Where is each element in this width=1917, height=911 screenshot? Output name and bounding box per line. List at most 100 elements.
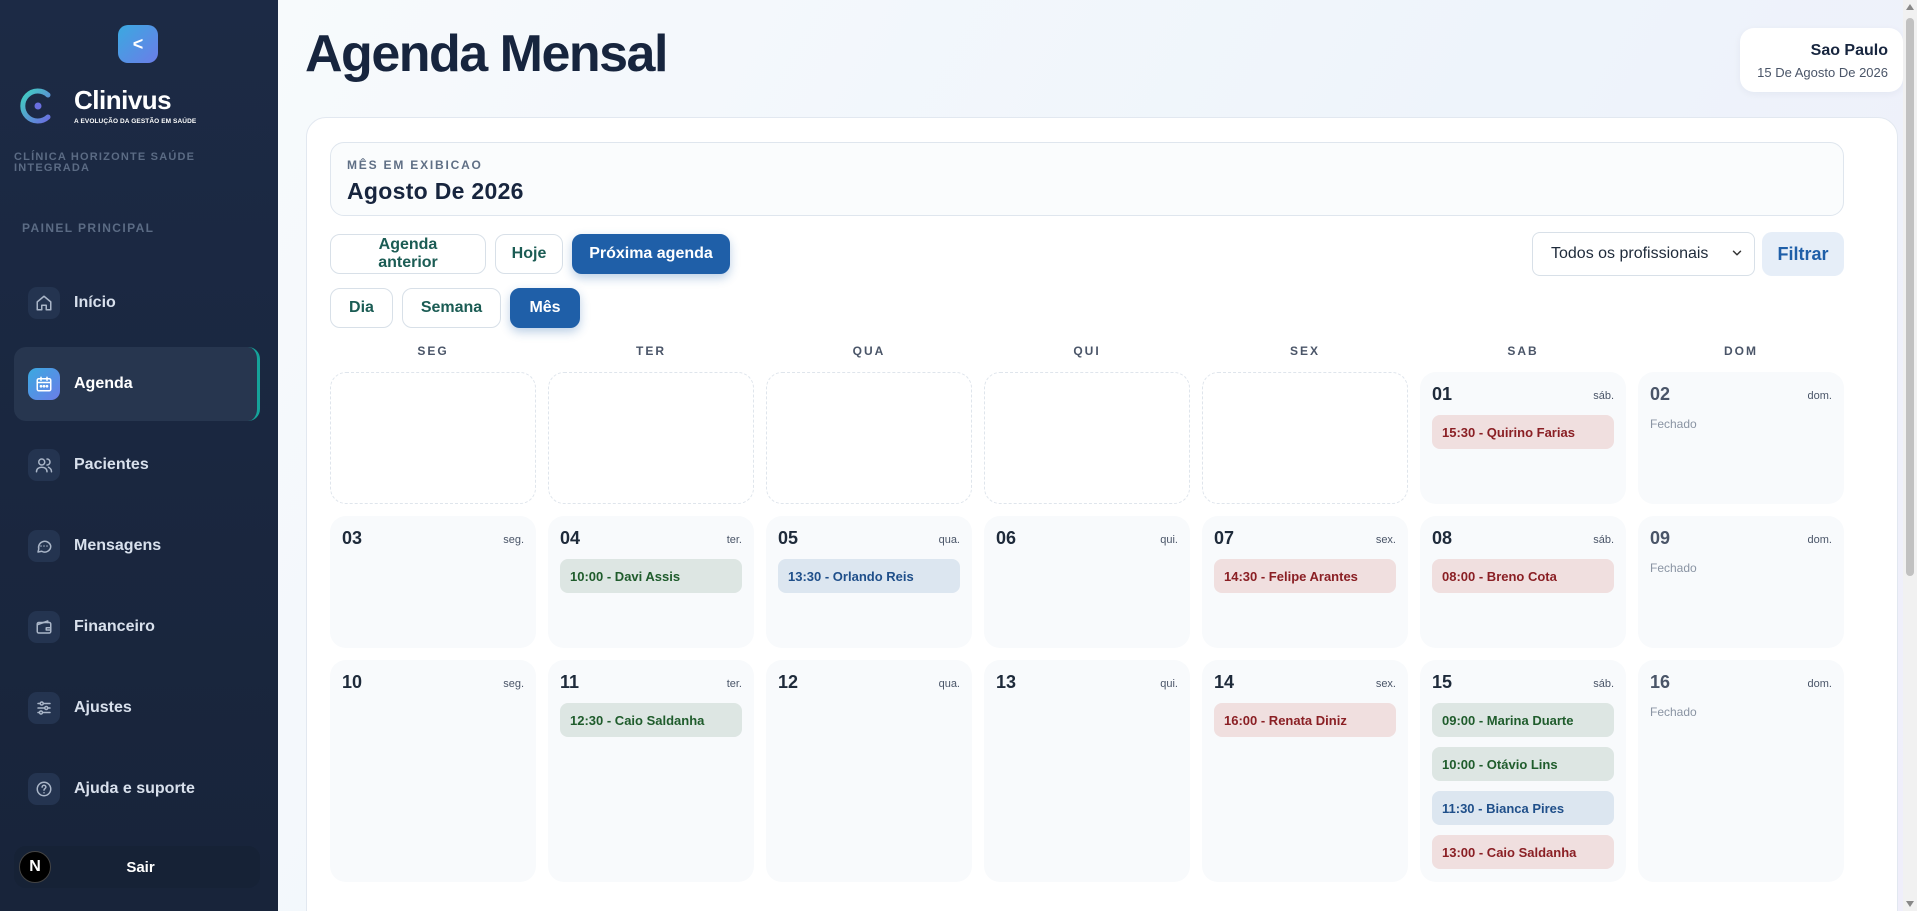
sidebar-item-label: Ajuda e suporte xyxy=(74,780,195,797)
calendar-day-cell[interactable]: 03 seg. xyxy=(330,516,536,648)
scroll-up-icon[interactable] xyxy=(1906,4,1914,10)
next-agenda-button[interactable]: Próxima agenda xyxy=(572,234,730,274)
calendar-day-cell[interactable]: 11 ter. 12:30 - Caio Saldanha xyxy=(548,660,754,882)
day-abbreviation: dom. xyxy=(1807,390,1832,402)
sidebar-item-label: Mensagens xyxy=(74,537,162,554)
closed-label: Fechado xyxy=(1650,417,1697,431)
home-icon xyxy=(28,287,60,319)
main-content: Agenda Mensal Sao Paulo 15 De Agosto De … xyxy=(278,0,1903,911)
day-number: 12 xyxy=(778,672,799,692)
sidebar-item-label: Financeiro xyxy=(74,618,155,635)
appointment-chip[interactable]: 14:30 - Felipe Arantes xyxy=(1214,559,1396,593)
sidebar-item-ajuda[interactable]: Ajuda e suporte xyxy=(14,752,260,826)
view-month-button[interactable]: Mês xyxy=(510,288,580,328)
filter-button[interactable]: Filtrar xyxy=(1762,232,1844,276)
appointment-chip[interactable]: 09:00 - Marina Duarte xyxy=(1432,703,1614,737)
calendar-day-cell[interactable]: 13 qui. xyxy=(984,660,1190,882)
calendar-day-cell[interactable]: 01 sáb. 15:30 - Quirino Farias xyxy=(1420,372,1626,504)
day-abbreviation: seg. xyxy=(503,534,524,546)
sidebar-item-mensagens[interactable]: Mensagens xyxy=(14,509,260,583)
day-number: 03 xyxy=(342,528,363,548)
view-day-button[interactable]: Dia xyxy=(330,288,393,328)
calendar-day-cell[interactable]: 09 dom. Fechado xyxy=(1638,516,1844,648)
calendar-day-cell[interactable]: 10 seg. xyxy=(330,660,536,882)
appointment-chip[interactable]: 10:00 - Davi Assis xyxy=(560,559,742,593)
appointment-chip[interactable]: 13:30 - Orlando Reis xyxy=(778,559,960,593)
sidebar-item-ajustes[interactable]: Ajustes xyxy=(14,671,260,745)
location-city: Sao Paulo xyxy=(1810,42,1888,59)
appointment-chip[interactable]: 10:00 - Otávio Lins xyxy=(1432,747,1614,781)
day-abbreviation: qui. xyxy=(1160,534,1178,546)
panel-label: PAINEL PRINCIPAL xyxy=(22,221,155,235)
calendar-day-cell[interactable]: 15 sáb. 09:00 - Marina Duarte 10:00 - Otávi… xyxy=(1420,660,1626,882)
scroll-down-icon[interactable] xyxy=(1906,901,1914,907)
day-number: 07 xyxy=(1214,528,1235,548)
day-abbreviation: sáb. xyxy=(1593,390,1614,402)
scrollbar-thumb[interactable] xyxy=(1906,18,1914,576)
day-abbreviation: sex. xyxy=(1375,678,1396,690)
logo-name: Clinivus xyxy=(74,85,172,115)
day-number: 15 xyxy=(1432,672,1453,692)
day-abbreviation: qua. xyxy=(938,534,960,546)
page-title: Agenda Mensal xyxy=(305,25,668,83)
appointment-chip[interactable]: 12:30 - Caio Saldanha xyxy=(560,703,742,737)
appointment-chip[interactable]: 08:00 - Breno Cota xyxy=(1432,559,1614,593)
professional-select[interactable]: Todos os profissionais xyxy=(1532,232,1755,276)
day-number: 11 xyxy=(560,672,580,692)
calendar-day-cell[interactable]: 06 qui. xyxy=(984,516,1190,648)
day-abbreviation: sex. xyxy=(1375,534,1396,546)
sidebar-item-label: Agenda xyxy=(74,375,133,392)
day-abbreviation: qua. xyxy=(938,678,960,690)
day-number: 16 xyxy=(1650,672,1671,692)
day-abbreviation: qui. xyxy=(1160,678,1178,690)
day-number: 01 xyxy=(1432,384,1453,404)
sidebar-item-inicio[interactable]: Início xyxy=(14,266,260,340)
sidebar-item-financeiro[interactable]: Financeiro xyxy=(14,590,260,664)
day-abbreviation: seg. xyxy=(503,678,524,690)
sidebar-item-pacientes[interactable]: Pacientes xyxy=(14,428,260,502)
logo-tagline: A EVOLUÇÃO DA GESTÃO EM SAÚDE xyxy=(74,118,197,125)
day-number: 05 xyxy=(778,528,799,548)
month-label: MÊS EM EXIBICAO xyxy=(347,158,483,172)
today-button[interactable]: Hoje xyxy=(495,234,563,274)
calendar-day-cell[interactable]: 16 dom. Fechado xyxy=(1638,660,1844,882)
chevron-down-icon xyxy=(1732,250,1742,256)
calendar-day-cell[interactable]: 04 ter. 10:00 - Davi Assis xyxy=(548,516,754,648)
calendar-icon xyxy=(28,368,60,400)
users-icon xyxy=(28,449,60,481)
calendar-day-cell[interactable]: 12 qua. xyxy=(766,660,972,882)
day-number: 14 xyxy=(1214,672,1235,692)
calendar-day-cell[interactable]: 08 sáb. 08:00 - Breno Cota xyxy=(1420,516,1626,648)
appointment-chip[interactable]: 16:00 - Renata Diniz xyxy=(1214,703,1396,737)
appointment-chip[interactable]: 13:00 - Caio Saldanha xyxy=(1432,835,1614,869)
appointment-chip[interactable]: 11:30 - Bianca Pires xyxy=(1432,791,1614,825)
calendar-day-cell[interactable]: 02 dom. Fechado xyxy=(1638,372,1844,504)
previous-agenda-button[interactable]: Agenda anterior xyxy=(330,234,486,274)
weekday-label: SAB xyxy=(1507,344,1539,358)
day-number: 09 xyxy=(1650,528,1671,548)
day-abbreviation: sáb. xyxy=(1593,534,1614,546)
page-scrollbar[interactable] xyxy=(1903,0,1917,911)
logout-button[interactable]: N Sair xyxy=(14,846,260,888)
day-number: 06 xyxy=(996,528,1017,548)
current-date: 15 De Agosto De 2026 xyxy=(1757,65,1888,80)
framework-badge-icon[interactable]: N xyxy=(19,851,51,883)
calendar-empty-cell xyxy=(1202,372,1408,504)
professional-select-value: Todos os profissionais xyxy=(1551,245,1709,262)
calendar-day-cell[interactable]: 05 qua. 13:30 - Orlando Reis xyxy=(766,516,972,648)
weekday-label: QUI xyxy=(1073,344,1101,358)
calendar-day-cell[interactable]: 14 sex. 16:00 - Renata Diniz xyxy=(1202,660,1408,882)
month-display: MÊS EM EXIBICAO Agosto De 2026 xyxy=(330,142,1844,216)
weekday-label: DOM xyxy=(1724,344,1758,358)
sidebar-collapse-button[interactable]: < xyxy=(118,25,158,63)
appointment-chip[interactable]: 15:30 - Quirino Farias xyxy=(1432,415,1614,449)
sidebar-item-agenda[interactable]: Agenda xyxy=(14,347,260,421)
location-card: Sao Paulo 15 De Agosto De 2026 xyxy=(1740,28,1903,92)
day-number: 13 xyxy=(996,672,1017,692)
view-week-button[interactable]: Semana xyxy=(402,288,501,328)
message-icon xyxy=(28,530,60,562)
calendar-panel: MÊS EM EXIBICAO Agosto De 2026 Agenda an… xyxy=(306,117,1898,911)
weekday-label: TER xyxy=(636,344,666,358)
calendar-day-cell[interactable]: 07 sex. 14:30 - Felipe Arantes xyxy=(1202,516,1408,648)
help-icon xyxy=(28,773,60,805)
